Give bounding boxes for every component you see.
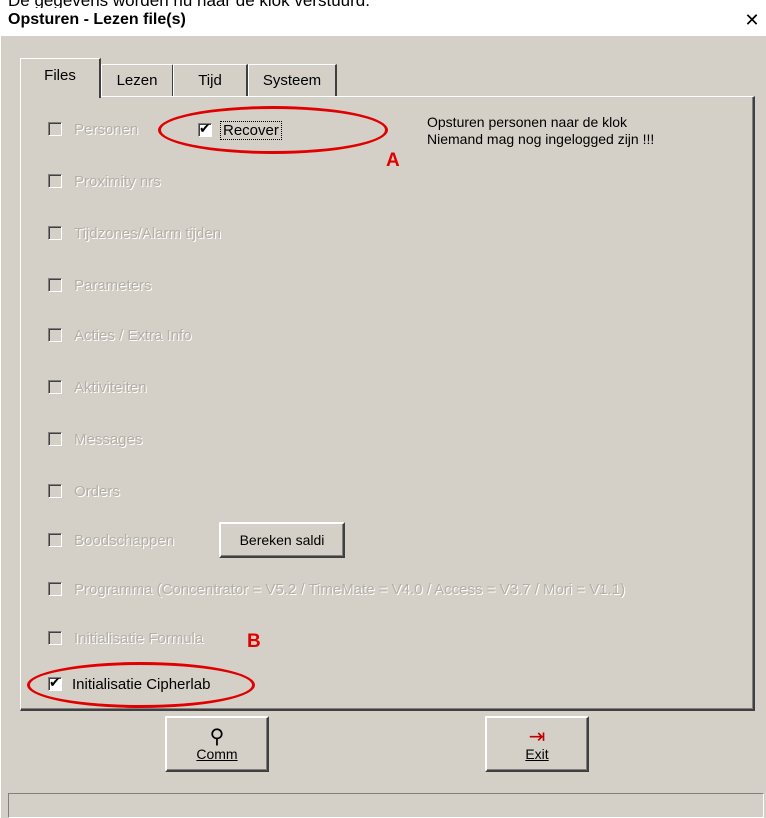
checkbox-label: Programma (Concentrator = V5.2 / TimeMat… (74, 580, 626, 598)
checkbox-label: Messages (74, 430, 143, 448)
checkbox-proximity-nrs[interactable]: Proximity nrs (48, 170, 161, 192)
tab-files[interactable]: Files (20, 58, 101, 98)
tab-label: Lezen (116, 72, 158, 89)
info-line: Niemand mag nog ingelogged zijn !!! (427, 131, 655, 147)
checkbox-box[interactable] (48, 582, 62, 596)
checkbox-box[interactable] (48, 380, 62, 394)
title-bar[interactable]: Opsturen - Lezen file(s) ✕ (0, 8, 766, 36)
checkbox-label: Recover (220, 120, 282, 140)
annotation-label-a: A (386, 150, 400, 171)
checkbox-box[interactable] (48, 631, 62, 645)
checkmark-icon: ✔ (199, 121, 211, 137)
status-bar (8, 793, 764, 818)
comm-label: Comm (196, 746, 238, 762)
info-message: Opsturen personen naar de klok Niemand m… (427, 114, 654, 148)
checkbox-initialisatie-formula[interactable]: Initialisatie Formula (48, 627, 203, 649)
exit-label: Exit (525, 746, 549, 762)
annotation-label-b: B (247, 631, 261, 652)
checkbox-label: Boodschappen (74, 531, 175, 549)
checkbox-box[interactable]: ✔ (48, 675, 62, 691)
checkbox-label: Aktiviteiten (74, 378, 147, 396)
checkmark-icon: ✔ (49, 675, 61, 691)
checkbox-box[interactable] (48, 226, 62, 240)
checkbox-label: Parameters (74, 276, 152, 294)
tab-label: Files (44, 67, 76, 84)
window-title: Opsturen - Lezen file(s) (8, 11, 186, 28)
tab-tijd[interactable]: Tijd (173, 64, 248, 97)
checkbox-parameters[interactable]: Parameters (48, 274, 152, 296)
checkbox-box[interactable] (48, 122, 62, 136)
checkbox-boodschappen[interactable]: Boodschappen (48, 529, 174, 551)
checkbox-box[interactable] (48, 278, 62, 292)
checkbox-label: Orders (74, 482, 120, 500)
checkbox-label: Proximity nrs (74, 172, 161, 190)
comm-button[interactable]: ⚲ Comm (165, 716, 269, 772)
checkbox-label: Initialisatie Formula (74, 629, 204, 647)
checkbox-tijdzones[interactable]: Tijdzones/Alarm tijden (48, 222, 221, 244)
plug-icon: ⚲ (209, 724, 225, 748)
checkbox-personen[interactable]: Personen (48, 118, 138, 140)
checkbox-box[interactable] (48, 174, 62, 188)
tab-label: Systeem (262, 72, 322, 89)
bereken-saldi-button[interactable]: Bereken saldi (219, 522, 345, 558)
checkbox-recover[interactable]: ✔ Recover (198, 118, 282, 142)
checkbox-box[interactable] (48, 484, 62, 498)
tab-systeem[interactable]: Systeem (248, 64, 337, 97)
checkbox-label: Acties / Extra Info (74, 326, 192, 344)
checkbox-box[interactable] (48, 432, 62, 446)
info-line: Opsturen personen naar de klok (427, 114, 628, 130)
exit-door-icon: ⇥ (528, 724, 546, 748)
checkbox-box[interactable] (48, 328, 62, 342)
tab-label: Tijd (198, 72, 222, 89)
checkbox-label: Personen (74, 120, 139, 138)
tab-lezen[interactable]: Lezen (101, 64, 174, 97)
exit-button[interactable]: ⇥ Exit (485, 716, 589, 772)
checkbox-initialisatie-cipherlab[interactable]: ✔ Initialisatie Cipherlab (48, 673, 210, 695)
checkbox-box[interactable] (48, 533, 62, 547)
checkbox-programma[interactable]: Programma (Concentrator = V5.2 / TimeMat… (48, 578, 625, 600)
checkbox-orders[interactable]: Orders (48, 480, 120, 502)
checkbox-aktiviteiten[interactable]: Aktiviteiten (48, 376, 147, 398)
checkbox-acties[interactable]: Acties / Extra Info (48, 324, 192, 346)
close-icon[interactable]: ✕ (742, 10, 762, 32)
checkbox-box[interactable]: ✔ (198, 121, 212, 137)
checkbox-label: Initialisatie Cipherlab (72, 675, 211, 693)
checkbox-messages[interactable]: Messages (48, 428, 142, 450)
checkbox-label: Tijdzones/Alarm tijden (74, 224, 222, 242)
